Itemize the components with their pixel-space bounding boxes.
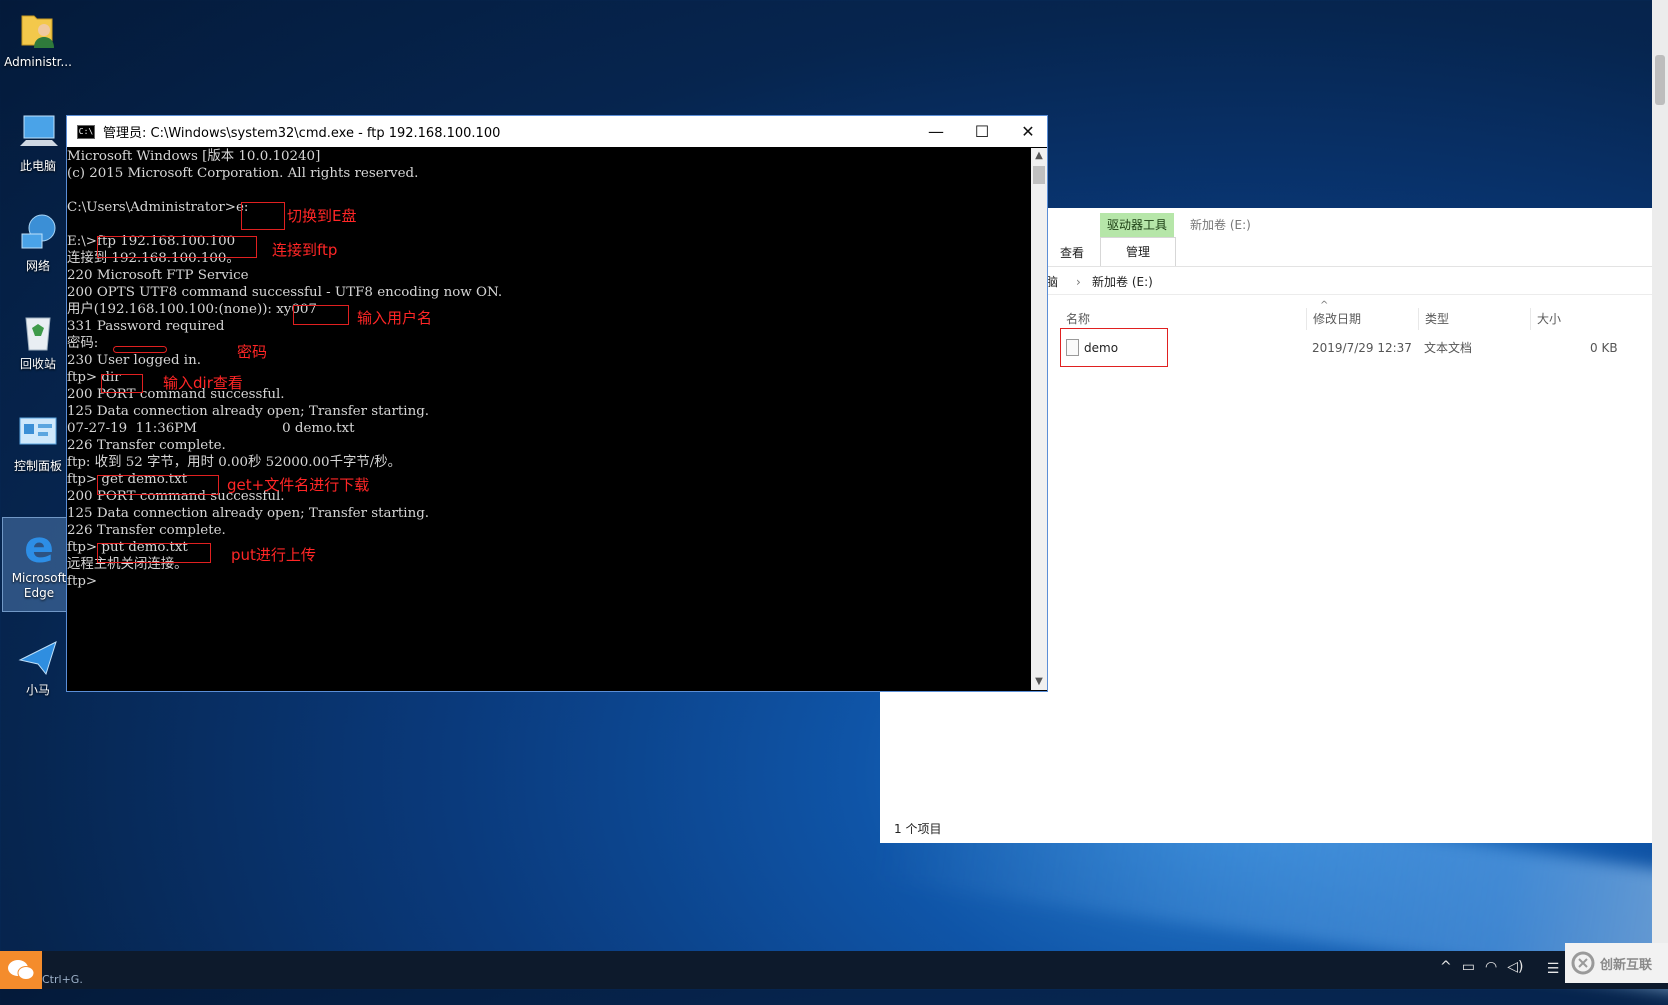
system-tray: ^ ▭ ◠ ◁) bbox=[1440, 959, 1523, 975]
highlight-box bbox=[97, 236, 257, 258]
desktop-icon-recycle-bin[interactable]: 回收站 bbox=[2, 310, 74, 372]
terminal-line: 密码: bbox=[67, 336, 99, 351]
terminal-line: ftp: 收到 52 字节，用时 0.00秒 52000.00千字节/秒。 bbox=[67, 455, 402, 470]
wifi-icon[interactable]: ◠ bbox=[1485, 959, 1497, 975]
desktop-icon-label: 控制面板 bbox=[13, 459, 62, 473]
annotation-get-download: get+文件名进行下载 bbox=[227, 476, 370, 494]
annotation-dir-view: 输入dir查看 bbox=[163, 374, 243, 392]
tab-manage[interactable]: 管理 bbox=[1100, 237, 1176, 266]
highlight-box bbox=[97, 543, 211, 563]
terminal-line: 125 Data connection already open; Transf… bbox=[67, 506, 430, 521]
notification-icon[interactable]: ☰ bbox=[1542, 957, 1564, 981]
desktop: { "desktop": { "icons": [ {"label": "Adm… bbox=[0, 0, 1668, 1005]
minimize-button[interactable]: — bbox=[913, 116, 959, 147]
column-size[interactable]: 大小 bbox=[1530, 308, 1607, 330]
terminal-line: 230 User logged in. bbox=[67, 353, 201, 368]
computer-icon bbox=[16, 112, 60, 156]
column-headers: 名称 修改日期 类型 大小 bbox=[1060, 308, 1654, 330]
column-date-modified[interactable]: 修改日期 bbox=[1306, 308, 1419, 330]
breadcrumb-drive-e[interactable]: 新加卷 (E:) bbox=[1092, 270, 1153, 294]
column-name[interactable]: 名称 bbox=[1060, 308, 1306, 330]
desktop-icon-edge[interactable]: e Microsoft Edge bbox=[2, 517, 76, 612]
highlight-box bbox=[101, 374, 143, 393]
highlight-box bbox=[97, 475, 219, 495]
terminal-line: 200 OPTS UTF8 command successful - UTF8 … bbox=[67, 285, 503, 300]
terminal-line: 07-27-19 11:36PM 0 demo.txt bbox=[67, 421, 355, 436]
control-panel-icon bbox=[16, 412, 60, 456]
desktop-icon-administrator[interactable]: Administr... bbox=[2, 8, 74, 70]
column-type[interactable]: 类型 bbox=[1418, 308, 1531, 330]
terminal-line: 331 Password required bbox=[67, 319, 225, 334]
user-folder-icon bbox=[16, 8, 60, 52]
battery-icon[interactable]: ▭ bbox=[1462, 959, 1475, 975]
terminal-line: 125 Data connection already open; Transf… bbox=[67, 404, 430, 419]
terminal-line: 226 Transfer complete. bbox=[67, 438, 226, 453]
drive-tools-header: 驱动器工具 bbox=[1100, 213, 1174, 237]
terminal-line: ftp> bbox=[67, 574, 98, 589]
terminal-line: Microsoft Windows [版本 10.0.10240] bbox=[67, 149, 321, 164]
scroll-up-icon[interactable]: ▲ bbox=[1031, 148, 1047, 164]
watermark-icon bbox=[1571, 951, 1595, 975]
wechat-icon[interactable] bbox=[0, 951, 42, 989]
desktop-icon-label: 回收站 bbox=[19, 357, 56, 371]
highlight-box bbox=[1060, 328, 1168, 367]
desktop-icon-this-pc[interactable]: 此电脑 bbox=[2, 112, 74, 174]
cmd-icon: C:\ bbox=[77, 124, 95, 139]
terminal-output[interactable]: Microsoft Windows [版本 10.0.10240] (c) 201… bbox=[67, 148, 1030, 690]
chevron-up-icon[interactable]: ^ bbox=[1440, 959, 1452, 975]
annotation-password: 密码 bbox=[237, 343, 268, 361]
scrollbar-thumb[interactable] bbox=[1033, 166, 1045, 184]
window-title: 管理员: C:\Windows\system32\cmd.exe - ftp 1… bbox=[103, 126, 501, 141]
volume-icon[interactable]: ◁) bbox=[1507, 959, 1523, 975]
file-type: 文本文档 bbox=[1424, 341, 1473, 355]
terminal-line: 用户(192.168.100.100:(none)): xy007 bbox=[67, 302, 317, 317]
highlight-box bbox=[113, 346, 167, 353]
recycle-bin-icon bbox=[16, 310, 60, 354]
desktop-icon-xiaoma[interactable]: 小马 bbox=[2, 636, 74, 698]
vertical-scrollbar[interactable]: ▲ ▼ bbox=[1031, 148, 1047, 690]
screen-scrollbar[interactable] bbox=[1652, 0, 1668, 952]
highlight-box bbox=[293, 305, 349, 325]
terminal-line: (c) 2015 Microsoft Corporation. All righ… bbox=[67, 166, 419, 181]
annotation-put-upload: put进行上传 bbox=[231, 546, 316, 564]
desktop-icon-label: Microsoft Edge bbox=[11, 571, 67, 600]
taskbar-hint: Ctrl+G. bbox=[42, 973, 83, 986]
status-bar: 1 个项目 bbox=[894, 822, 942, 836]
desktop-icon-label: 此电脑 bbox=[19, 159, 56, 173]
svg-text:e: e bbox=[24, 524, 54, 568]
scrollbar-thumb[interactable] bbox=[1655, 55, 1665, 105]
title-bar[interactable]: C:\ 管理员: C:\Windows\system32\cmd.exe - f… bbox=[67, 116, 1047, 147]
file-size: 0 KB bbox=[1590, 341, 1618, 355]
close-button[interactable]: ✕ bbox=[1005, 116, 1051, 147]
network-icon bbox=[16, 212, 60, 256]
watermark-logo: 创新互联 bbox=[1565, 943, 1668, 983]
desktop-icon-control-panel[interactable]: 控制面板 bbox=[2, 412, 74, 474]
paper-plane-icon bbox=[16, 636, 60, 680]
maximize-button[interactable]: ☐ bbox=[959, 116, 1005, 147]
watermark-text: 创新互联 bbox=[1600, 957, 1653, 973]
cmd-window[interactable]: C:\ 管理员: C:\Windows\system32\cmd.exe - f… bbox=[66, 115, 1048, 692]
terminal-line: C:\Users\Administrator>e: bbox=[67, 200, 249, 215]
terminal-line: 220 Microsoft FTP Service bbox=[67, 268, 249, 283]
edge-icon: e bbox=[17, 522, 61, 573]
annotation-enter-username: 输入用户名 bbox=[357, 309, 433, 327]
scroll-down-icon[interactable]: ▼ bbox=[1031, 674, 1047, 690]
desktop-icon-network[interactable]: 网络 bbox=[2, 212, 74, 274]
highlight-box bbox=[241, 202, 285, 230]
desktop-icon-label: Administr... bbox=[4, 55, 72, 69]
annotation-switch-drive: 切换到E盘 bbox=[287, 207, 357, 225]
desktop-icon-label: 网络 bbox=[25, 259, 50, 273]
terminal-line: 226 Transfer complete. bbox=[67, 523, 226, 538]
desktop-icon-label: 小马 bbox=[25, 683, 50, 697]
annotation-connect-ftp: 连接到ftp bbox=[272, 241, 338, 259]
window-title: 新加卷 (E:) bbox=[1190, 218, 1251, 232]
tab-view[interactable]: 查看 bbox=[1060, 244, 1084, 261]
taskbar: Ctrl+G. ^ ▭ ◠ ◁) ☰ bbox=[0, 951, 1668, 989]
chevron-right-icon: › bbox=[1076, 275, 1081, 289]
file-date: 2019/7/29 12:37 bbox=[1312, 341, 1412, 355]
